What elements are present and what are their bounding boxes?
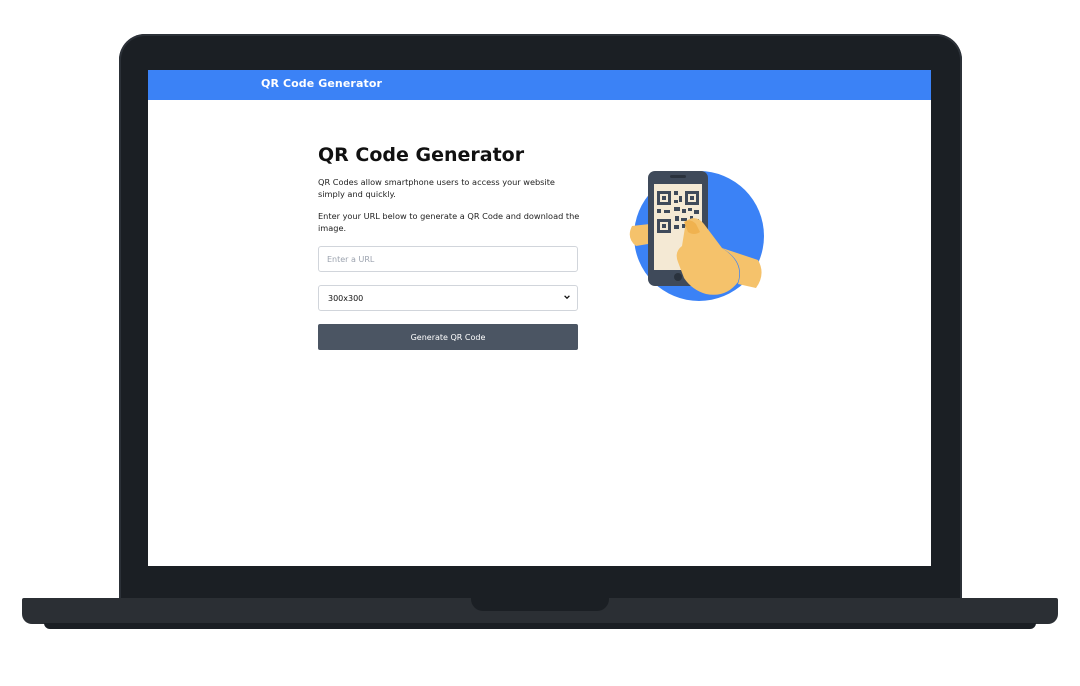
page-title: QR Code Generator: [318, 144, 525, 166]
generate-qr-button[interactable]: Generate QR Code: [318, 324, 578, 350]
browser-screen: QR Code Generator QR Code Generator QR C…: [148, 70, 931, 566]
laptop-base-notch: [471, 598, 609, 611]
size-select-value: 300x300: [328, 294, 364, 303]
app-brand[interactable]: QR Code Generator: [261, 77, 382, 90]
size-select[interactable]: 300x300: [318, 285, 578, 311]
intro-text: QR Codes allow smartphone users to acces…: [318, 177, 555, 199]
url-input[interactable]: [318, 246, 578, 272]
hand-holding-phone-qr-illustration: [626, 166, 772, 306]
app-header: QR Code Generator: [148, 70, 931, 100]
chevron-down-icon: [563, 293, 571, 303]
laptop-base-shadow: [44, 623, 1036, 629]
instructions-text: Enter your URL below to generate a QR Co…: [318, 211, 580, 233]
